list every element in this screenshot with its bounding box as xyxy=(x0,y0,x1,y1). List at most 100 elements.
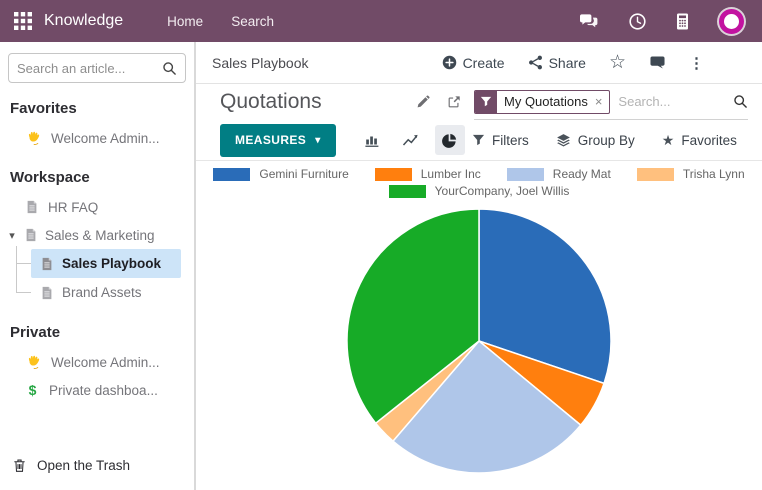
sidebar-item-private-dashboard[interactable]: $ Private dashboa... xyxy=(0,376,194,404)
favorites-section-title: Favorites xyxy=(0,100,194,117)
view-search-input[interactable] xyxy=(618,94,725,109)
measures-label: MEASURES xyxy=(235,133,306,147)
search-facet: My Quotations × xyxy=(474,90,610,114)
legend-label: Ready Mat xyxy=(553,167,611,181)
private-section-title: Private xyxy=(0,324,194,341)
embedded-view-title: Quotations xyxy=(220,90,322,114)
sidebar-item-sales-playbook[interactable]: Sales Playbook xyxy=(16,249,194,278)
legend-item[interactable]: Gemini Furniture xyxy=(213,167,348,181)
star-icon: ★ xyxy=(662,133,675,147)
pie-chart-icon[interactable] xyxy=(435,125,465,155)
sidebar-item-label: Sales & Marketing xyxy=(45,228,155,243)
create-label: Create xyxy=(463,55,505,71)
trash-icon xyxy=(12,458,27,473)
workspace-subtree: Sales Playbook Brand Assets xyxy=(16,249,194,307)
activities-clock-icon[interactable] xyxy=(629,13,646,30)
facet-remove-icon[interactable]: × xyxy=(595,94,610,109)
article-page-icon xyxy=(40,286,54,300)
view-control-panel: MEASURES ▾ Fi xyxy=(196,120,762,161)
chart-type-switcher xyxy=(357,125,465,155)
menu-home[interactable]: Home xyxy=(167,14,203,29)
messages-icon[interactable] xyxy=(579,13,599,29)
legend-label: Trisha Lynn xyxy=(683,167,745,181)
search-options: Filters Group By ★ Favorites xyxy=(472,133,737,148)
legend-item[interactable]: Trisha Lynn xyxy=(637,167,745,181)
sidebar-item-label: Sales Playbook xyxy=(62,256,161,271)
filter-funnel-icon xyxy=(475,90,497,114)
legend-label: Lumber Inc xyxy=(421,167,481,181)
caret-down-icon[interactable]: ▾ xyxy=(7,229,17,242)
article-page-icon xyxy=(24,228,38,242)
sidebar-item-welcome-favorite[interactable]: Welcome Admin... xyxy=(0,124,194,152)
article-search-box xyxy=(8,53,186,83)
menu-search[interactable]: Search xyxy=(231,14,274,29)
sidebar-item-welcome-private[interactable]: Welcome Admin... xyxy=(0,348,194,376)
group-by-button[interactable]: Group By xyxy=(556,133,635,148)
legend-row: YourCompany, Joel Willis xyxy=(376,184,583,198)
edit-pencil-icon[interactable] xyxy=(416,95,430,109)
install-app-icon[interactable] xyxy=(676,13,689,30)
open-trash-button[interactable]: Open the Trash xyxy=(0,449,194,482)
search-icon[interactable] xyxy=(162,61,177,76)
legend-swatch xyxy=(213,168,250,181)
tree-connector xyxy=(16,292,31,293)
facet-label: My Quotations xyxy=(497,94,595,109)
navbar-left: Knowledge Home Search xyxy=(14,12,274,30)
sidebar-item-hr-faq[interactable]: HR FAQ xyxy=(0,193,194,221)
share-label: Share xyxy=(549,55,586,71)
pie-chart-area xyxy=(196,206,762,476)
favorites-button[interactable]: ★ Favorites xyxy=(662,133,737,148)
sidebar-item-sales-marketing[interactable]: ▾ Sales & Marketing xyxy=(0,221,194,249)
favorite-star-icon[interactable]: ☆ xyxy=(609,53,626,72)
top-navbar: Knowledge Home Search xyxy=(0,0,762,42)
legend-label: Gemini Furniture xyxy=(259,167,348,181)
workspace-section-title: Workspace xyxy=(0,169,194,186)
legend-swatch xyxy=(507,168,544,181)
article-page-icon xyxy=(40,257,54,271)
legend-label: YourCompany, Joel Willis xyxy=(435,184,570,198)
embedded-view-titlebar: Quotations My Quotations × xyxy=(196,84,762,120)
chart-legend: Gemini Furniture Lumber Inc Ready Mat Trish… xyxy=(196,167,762,198)
filters-label: Filters xyxy=(492,133,529,148)
legend-item[interactable]: YourCompany, Joel Willis xyxy=(389,184,570,198)
article-header: Sales Playbook Create Share ☆ ⋮ xyxy=(196,42,762,84)
sidebar-item-brand-assets[interactable]: Brand Assets xyxy=(16,278,194,307)
sidebar-item-label: Private dashboa... xyxy=(49,383,158,398)
measures-dropdown-button[interactable]: MEASURES ▾ xyxy=(220,124,336,157)
share-button[interactable]: Share xyxy=(528,55,586,71)
chatter-icon[interactable] xyxy=(649,55,666,70)
filters-button[interactable]: Filters xyxy=(472,133,529,148)
kebab-menu-icon[interactable]: ⋮ xyxy=(689,54,704,72)
sidebar-item-label: Welcome Admin... xyxy=(51,355,160,370)
legend-item[interactable]: Lumber Inc xyxy=(375,167,481,181)
legend-item[interactable]: Ready Mat xyxy=(507,167,611,181)
apps-grid-icon[interactable] xyxy=(14,12,32,30)
legend-row: Gemini Furniture Lumber Inc Ready Mat Trish… xyxy=(200,167,757,181)
sidebar-item-label: Welcome Admin... xyxy=(51,131,160,146)
dollar-icon: $ xyxy=(25,382,40,398)
group-by-label: Group By xyxy=(578,133,635,148)
pie-chart xyxy=(344,206,614,476)
view-search-icon[interactable] xyxy=(733,94,748,109)
bar-chart-icon[interactable] xyxy=(357,125,387,155)
knowledge-app-window: Knowledge Home Search xyxy=(0,0,762,490)
line-chart-icon[interactable] xyxy=(396,125,426,155)
article-search-input[interactable] xyxy=(17,61,162,76)
main-panel: Sales Playbook Create Share ☆ ⋮ xyxy=(196,42,762,490)
external-link-icon[interactable] xyxy=(447,95,461,109)
user-avatar[interactable] xyxy=(719,9,744,34)
systray xyxy=(579,9,748,34)
legend-swatch xyxy=(389,185,426,198)
create-button[interactable]: Create xyxy=(442,55,505,71)
sidebar-item-label: HR FAQ xyxy=(48,200,98,215)
tree-connector xyxy=(16,263,31,264)
open-trash-label: Open the Trash xyxy=(37,458,130,473)
waving-hand-icon xyxy=(27,131,42,146)
knowledge-sidebar: Favorites Welcome Admin... Workspace HR … xyxy=(0,42,196,490)
app-name[interactable]: Knowledge xyxy=(44,12,123,30)
caret-down-icon: ▾ xyxy=(315,135,320,146)
waving-hand-icon xyxy=(27,355,42,370)
favorites-label: Favorites xyxy=(681,133,737,148)
view-search-bar: My Quotations × xyxy=(474,84,748,120)
legend-swatch xyxy=(375,168,412,181)
